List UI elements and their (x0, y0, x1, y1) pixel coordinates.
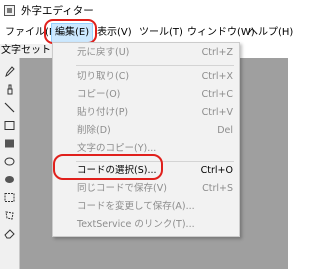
eraser-icon[interactable] (4, 228, 15, 239)
tool-strip (0, 58, 20, 269)
menu-paste[interactable]: 貼り付け(P) Ctrl+V (53, 104, 239, 122)
menu-help[interactable]: ヘルプ(H) (245, 23, 296, 43)
freeform-select-icon[interactable] (4, 210, 15, 221)
menu-select-code[interactable]: コードの選択(S)... Ctrl+O (53, 162, 239, 180)
menu-copy-character[interactable]: 文字のコピー(Y)... (53, 140, 239, 158)
rectangle-select-icon[interactable] (4, 192, 15, 203)
menu-undo[interactable]: 元に戻す(U) Ctrl+Z (53, 44, 239, 62)
menu-copy[interactable]: コピー(O) Ctrl+C (53, 86, 239, 104)
edit-menu-dropdown: 元に戻す(U) Ctrl+Z 切り取り(C) Ctrl+X コピー(O) Ctrl+C… (52, 42, 240, 237)
app-icon (4, 5, 15, 16)
menu-tools[interactable]: ツール(T) (136, 23, 186, 43)
menu-save-changed-code[interactable]: コードを変更して保存(A)... (53, 198, 239, 216)
charset-bar: 文字セット (0, 44, 52, 58)
app-window: 外字エディター ファイル(F) 編集(E) 表示(V) ツール(T) ウィンドウ… (0, 0, 293, 269)
brush-icon[interactable] (4, 84, 15, 95)
menu-view[interactable]: 表示(V) (94, 23, 135, 43)
hollow-rectangle-icon[interactable] (4, 120, 15, 131)
filled-ellipse-icon[interactable] (4, 174, 15, 185)
menu-edit[interactable]: 編集(E) (51, 23, 94, 43)
hollow-ellipse-icon[interactable] (4, 156, 15, 167)
menu-separator (76, 65, 234, 66)
window-title: 外字エディター (21, 5, 94, 17)
line-icon[interactable] (4, 102, 15, 113)
title-bar: 外字エディター (0, 0, 288, 22)
filled-rectangle-icon[interactable] (4, 138, 15, 149)
pencil-icon[interactable] (4, 66, 15, 77)
menu-bar: ファイル(F) 編集(E) 表示(V) ツール(T) ウィンドウ(W) ヘルプ(… (0, 23, 293, 43)
menu-textservice-link[interactable]: TextService のリンク(T)... (53, 216, 239, 234)
menu-delete[interactable]: 削除(D) Del (53, 122, 239, 140)
menu-save-same-code[interactable]: 同じコードで保存(V) Ctrl+S (53, 180, 239, 198)
charset-label: 文字セット (1, 45, 51, 56)
menu-cut[interactable]: 切り取り(C) Ctrl+X (53, 68, 239, 86)
